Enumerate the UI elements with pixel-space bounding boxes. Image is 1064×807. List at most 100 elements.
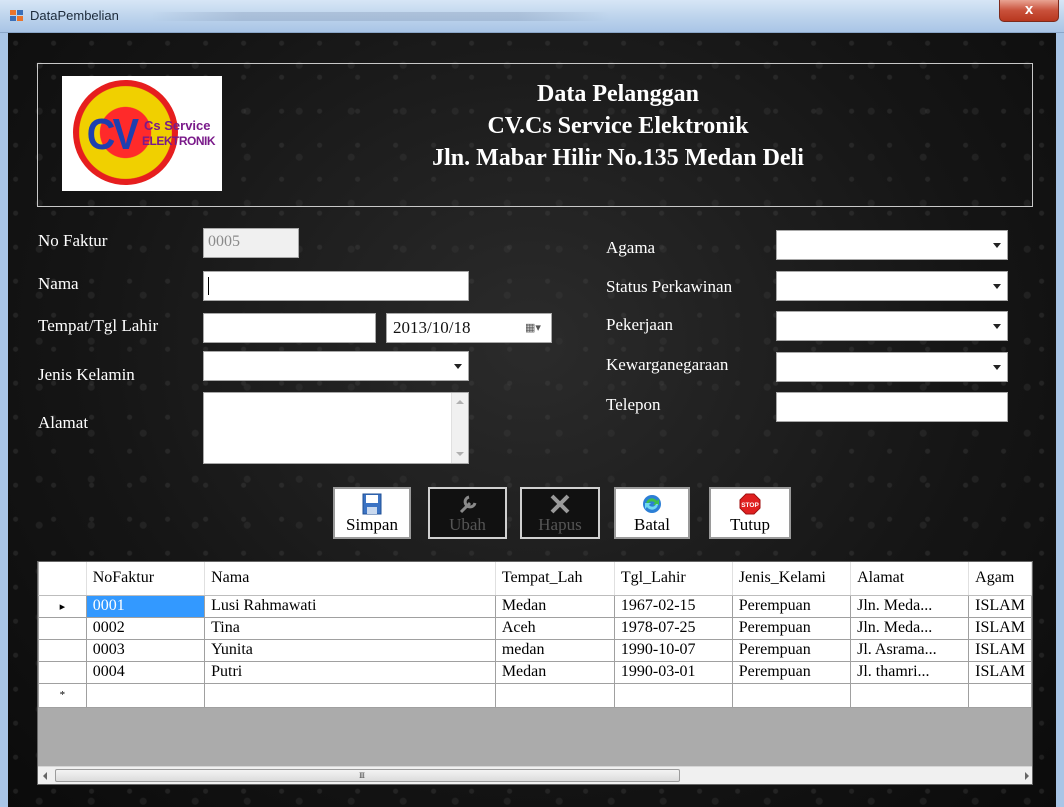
kewarganegaraan-combo[interactable] xyxy=(776,352,1008,382)
table-cell[interactable]: Perempuan xyxy=(731,616,852,640)
company-name: CV.Cs Service Elektronik xyxy=(487,113,749,139)
table-cell[interactable]: ISLAM xyxy=(968,594,1032,618)
column-header[interactable]: Alamat xyxy=(850,562,970,596)
table-cell[interactable]: medan xyxy=(494,638,615,662)
header-panel: CV Cs Service ELEKTRONIK Data Pelanggan … xyxy=(37,63,1033,207)
tutup-button[interactable]: STOP Tutup xyxy=(709,487,791,539)
agama-combo[interactable] xyxy=(776,230,1008,260)
hapus-label: Hapus xyxy=(538,515,582,534)
scroll-right-icon[interactable] xyxy=(1025,772,1029,780)
table-row[interactable]: 0004 Putri Medan 1990-03-01 Perempuan Jl… xyxy=(38,660,1032,684)
table-cell[interactable]: Aceh xyxy=(494,616,615,640)
table-cell[interactable]: Jl. thamri... xyxy=(850,660,970,684)
chevron-down-icon xyxy=(993,365,1001,370)
tempat-lahir-field[interactable] xyxy=(203,313,376,343)
table-cell[interactable]: Perempuan xyxy=(731,638,852,662)
table-cell[interactable]: Jln. Meda... xyxy=(850,594,970,618)
table-cell[interactable]: ISLAM xyxy=(968,660,1032,684)
table-cell[interactable]: 0004 xyxy=(85,660,206,684)
table-cell[interactable] xyxy=(85,682,206,708)
table-row[interactable]: 0002 Tina Aceh 1978-07-25 Perempuan Jln.… xyxy=(38,616,1032,640)
no-faktur-field[interactable]: 0005 xyxy=(203,228,299,258)
table-cell[interactable] xyxy=(494,682,615,708)
table-cell[interactable] xyxy=(613,682,733,708)
table-cell[interactable]: 0002 xyxy=(85,616,206,640)
jenis-kelamin-label: Jenis Kelamin xyxy=(38,365,135,384)
table-cell[interactable] xyxy=(731,682,852,708)
nama-field[interactable] xyxy=(203,271,469,301)
table-cell[interactable]: 1967-02-15 xyxy=(613,594,733,618)
status-perkawinan-combo[interactable] xyxy=(776,271,1008,301)
row-header[interactable] xyxy=(38,660,87,684)
form-client-area: CV Cs Service ELEKTRONIK Data Pelanggan … xyxy=(8,33,1056,807)
wrench-icon xyxy=(459,495,476,514)
table-cell[interactable]: 1990-03-01 xyxy=(613,660,733,684)
scrollbar-thumb[interactable]: III xyxy=(55,769,680,782)
table-cell[interactable]: Jln. Meda... xyxy=(850,616,970,640)
hapus-button[interactable]: Hapus xyxy=(520,487,600,539)
refresh-icon xyxy=(643,495,661,513)
column-header[interactable]: Tempat_Lah xyxy=(495,562,615,596)
tempat-tgl-lahir-label: Tempat/Tgl Lahir xyxy=(38,316,159,335)
new-row-indicator[interactable]: * xyxy=(38,682,87,708)
table-cell[interactable]: 0003 xyxy=(85,638,206,662)
table-cell[interactable]: ISLAM xyxy=(968,616,1032,640)
table-cell[interactable]: Tina xyxy=(204,616,496,640)
grid-header-row: NoFaktur Nama Tempat_Lah Tgl_Lahir Jenis… xyxy=(38,562,1032,596)
column-header[interactable]: Tgl_Lahir xyxy=(614,562,733,596)
row-header[interactable] xyxy=(38,638,87,662)
pekerjaan-combo[interactable] xyxy=(776,311,1008,341)
simpan-button[interactable]: Simpan xyxy=(333,487,411,539)
table-cell[interactable]: 0001 xyxy=(85,594,206,618)
logo-mark: CV xyxy=(86,110,139,159)
alamat-scrollbar[interactable] xyxy=(451,393,468,463)
new-row[interactable]: * xyxy=(38,682,1032,708)
scroll-up-icon xyxy=(456,400,464,404)
current-row-indicator[interactable]: ▸ xyxy=(38,594,87,618)
tutup-label: Tutup xyxy=(729,515,770,534)
customer-data-grid[interactable]: NoFaktur Nama Tempat_Lah Tgl_Lahir Jenis… xyxy=(37,561,1033,785)
table-cell[interactable]: 1978-07-25 xyxy=(613,616,733,640)
ubah-button[interactable]: Ubah xyxy=(428,487,507,539)
scroll-left-icon[interactable] xyxy=(43,772,47,780)
agama-label: Agama xyxy=(606,238,656,257)
column-header[interactable]: NoFaktur xyxy=(86,562,206,596)
table-cell[interactable]: 1990-10-07 xyxy=(613,638,733,662)
table-cell[interactable]: Medan xyxy=(494,594,615,618)
status-perkawinan-label: Status Perkawinan xyxy=(606,277,733,296)
chevron-down-icon xyxy=(993,243,1001,248)
close-button[interactable]: x xyxy=(999,0,1059,22)
tgl-lahir-datepicker[interactable]: 2013/10/18 ▦▾ xyxy=(386,313,552,343)
grid-horizontal-scrollbar[interactable]: III xyxy=(38,766,1032,784)
table-cell[interactable] xyxy=(968,682,1032,708)
jenis-kelamin-combo[interactable] xyxy=(203,351,469,381)
table-cell[interactable]: Jl. Asrama... xyxy=(850,638,970,662)
column-header[interactable]: Jenis_Kelami xyxy=(732,562,852,596)
table-cell[interactable]: Medan xyxy=(494,660,615,684)
alamat-textarea[interactable] xyxy=(203,392,469,464)
table-cell[interactable]: Lusi Rahmawati xyxy=(204,594,496,618)
simpan-label: Simpan xyxy=(346,515,398,534)
batal-label: Batal xyxy=(634,515,670,534)
table-cell[interactable]: Putri xyxy=(204,660,496,684)
table-cell[interactable]: Perempuan xyxy=(731,594,852,618)
table-cell[interactable]: Perempuan xyxy=(731,660,852,684)
calendar-dropdown-icon[interactable]: ▦▾ xyxy=(525,323,541,334)
table-cell[interactable]: ISLAM xyxy=(968,638,1032,662)
table-row[interactable]: 0003 Yunita medan 1990-10-07 Perempuan J… xyxy=(38,638,1032,662)
table-row[interactable]: ▸ 0001 Lusi Rahmawati Medan 1967-02-15 P… xyxy=(38,594,1032,618)
telepon-label: Telepon xyxy=(606,395,661,414)
batal-button[interactable]: Batal xyxy=(614,487,690,539)
title-bar[interactable]: DataPembelian x xyxy=(0,0,1064,33)
grid-table: NoFaktur Nama Tempat_Lah Tgl_Lahir Jenis… xyxy=(38,562,1032,708)
kewarganegaraan-label: Kewarganegaraan xyxy=(606,355,729,374)
column-header[interactable]: Nama xyxy=(204,562,496,596)
column-header[interactable]: Agam xyxy=(968,562,1032,596)
chevron-down-icon xyxy=(993,284,1001,289)
row-header[interactable] xyxy=(38,616,87,640)
table-cell[interactable] xyxy=(204,682,496,708)
telepon-field[interactable] xyxy=(776,392,1008,422)
table-cell[interactable]: Yunita xyxy=(204,638,496,662)
company-address: Jln. Mabar Hilir No.135 Medan Deli xyxy=(432,145,804,171)
table-cell[interactable] xyxy=(850,682,970,708)
